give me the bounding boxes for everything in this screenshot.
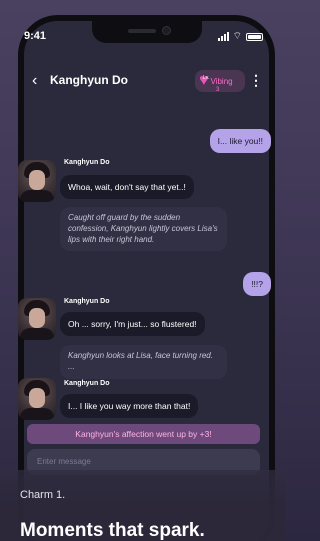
chat-title: Kanghyun Do xyxy=(50,73,128,87)
avatar[interactable] xyxy=(18,298,56,340)
back-arrow-icon[interactable]: ‹ xyxy=(32,72,37,90)
wifi-icon: ⌔ xyxy=(232,31,242,42)
vibe-label: Vibing xyxy=(210,76,233,86)
sender-name: Kanghyun Do xyxy=(64,298,110,305)
sender-name: Kanghyun Do xyxy=(64,380,110,387)
status-time: 9:41 xyxy=(24,30,47,42)
speaker-grille xyxy=(127,29,156,33)
vibe-level: Lv. xyxy=(203,75,210,81)
chat-header: ‹ Kanghyun Do ♥ Lv. Vibing 3 ⋮ xyxy=(18,66,275,96)
status-icons: ⌔ xyxy=(217,30,263,43)
signal-icon xyxy=(217,32,229,41)
avatar[interactable] xyxy=(18,378,56,420)
user-message: !!!? xyxy=(243,272,271,296)
camera-icon xyxy=(161,26,171,35)
character-message: I... I like you way more than that! xyxy=(60,394,199,418)
narration-message: Kanghyun looks at Lisa, face turning red… xyxy=(60,345,227,379)
affection-banner: Kanghyun's affection went up by +3! xyxy=(27,424,260,444)
caption-subtitle: Charm 1. xyxy=(20,489,66,501)
vibe-badge[interactable]: ♥ Lv. Vibing 3 xyxy=(195,70,245,93)
heart-icon: ♥ Lv. xyxy=(199,72,210,89)
phone-notch xyxy=(91,21,202,43)
user-message: I... like you!! xyxy=(209,129,271,153)
caption-headline: Moments that spark. xyxy=(20,520,205,541)
narration-message: Caught off guard by the sudden confessio… xyxy=(60,207,227,252)
sender-name: Kanghyun Do xyxy=(64,159,110,166)
character-message: Oh ... sorry, I'm just... so flustered! xyxy=(60,312,205,336)
more-options-icon[interactable]: ⋮ xyxy=(249,72,263,89)
character-message: Whoa, wait, don't say that yet..! xyxy=(60,175,194,199)
vibe-level-number: 3 xyxy=(216,87,220,93)
avatar[interactable] xyxy=(18,160,56,202)
battery-icon xyxy=(246,32,263,41)
